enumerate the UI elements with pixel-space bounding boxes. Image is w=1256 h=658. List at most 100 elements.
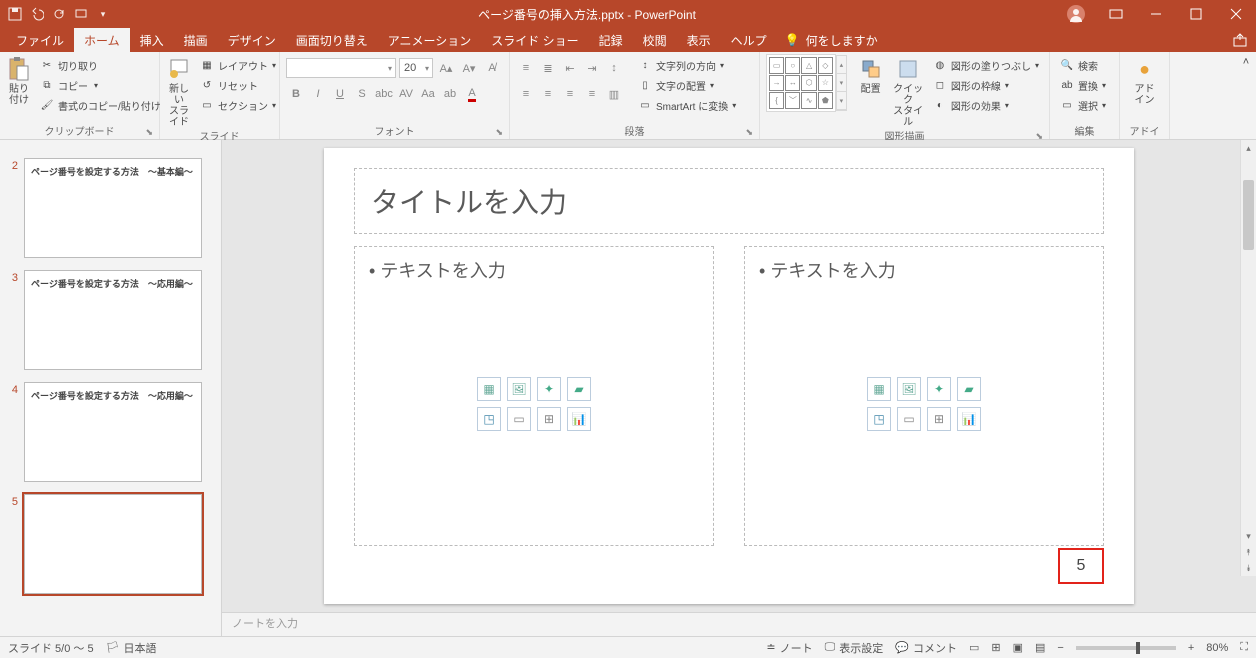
insert-smartart-icon[interactable]: ◳ — [867, 407, 891, 431]
thumb-row-1[interactable] — [0, 144, 221, 156]
align-center-button[interactable]: ≡ — [538, 84, 558, 104]
insert-3d-icon[interactable]: ▰ — [567, 377, 591, 401]
prev-slide-icon[interactable]: ⯭ — [1241, 544, 1256, 560]
shape-outline-button[interactable]: ◻図形の枠線▾ — [929, 76, 1043, 94]
strikethrough-button[interactable]: S — [352, 84, 372, 104]
columns-button[interactable]: ▥ — [604, 84, 624, 104]
bullets-button[interactable]: ≡ — [516, 58, 536, 78]
justify-button[interactable]: ≡ — [582, 84, 602, 104]
bold-button[interactable]: B — [286, 84, 306, 104]
change-case-button[interactable]: Aa — [418, 84, 438, 104]
slideshow-view-button[interactable]: ▤ — [1035, 641, 1045, 654]
cut-button[interactable]: ✂切り取り — [36, 56, 165, 74]
decrease-indent-button[interactable]: ⇤ — [560, 58, 580, 78]
account-icon[interactable] — [1056, 0, 1096, 28]
layout-button[interactable]: ▦レイアウト▾ — [196, 56, 280, 74]
font-dialog-launcher[interactable]: ⬊ — [495, 127, 503, 138]
scroll-up-icon[interactable]: ▴ — [1241, 140, 1256, 156]
line-spacing-button[interactable]: ↕ — [604, 58, 624, 78]
thumb-row-4[interactable]: 4 ページ番号を設定する方法 ～応用編～ — [0, 380, 221, 492]
paragraph-dialog-launcher[interactable]: ⬊ — [745, 127, 753, 138]
content-placeholder-left[interactable]: • テキストを入力 ▦ 🖼 ✦ ▰ ◳ ▭ ⊞ 📊 — [354, 246, 714, 546]
insert-video-icon[interactable]: ▭ — [897, 407, 921, 431]
display-settings[interactable]: 🖵表示設定 — [825, 640, 884, 656]
zoom-level[interactable]: 80% — [1206, 642, 1228, 654]
insert-online-pic-icon[interactable]: ⊞ — [537, 407, 561, 431]
increase-font-icon[interactable]: A▴ — [436, 58, 456, 78]
maximize-button[interactable] — [1176, 0, 1216, 28]
copy-button[interactable]: ⧉コピー▾ — [36, 76, 165, 94]
insert-table-icon[interactable]: ▦ — [867, 377, 891, 401]
vertical-scrollbar[interactable]: ▴ ▾ ⯭ ⯯ — [1240, 140, 1256, 576]
thumb-slide-4[interactable]: ページ番号を設定する方法 ～応用編～ — [24, 382, 202, 482]
thumb-row-5[interactable]: 5 — [0, 492, 221, 604]
tab-slideshow[interactable]: スライド ショー — [481, 28, 588, 52]
tab-insert[interactable]: 挿入 — [130, 28, 174, 52]
insert-smartart-icon[interactable]: ◳ — [477, 407, 501, 431]
zoom-in-button[interactable]: + — [1188, 642, 1194, 654]
addins-button[interactable]: ● アド イン — [1126, 54, 1163, 106]
tab-transitions[interactable]: 画面切り替え — [286, 28, 378, 52]
replace-button[interactable]: ab置換▾ — [1056, 76, 1110, 94]
title-placeholder[interactable]: タイトルを入力 — [354, 168, 1104, 234]
reading-view-button[interactable]: ▣ — [1013, 641, 1023, 654]
paste-button[interactable]: 貼り付け — [6, 54, 32, 106]
select-button[interactable]: ▭選択▾ — [1056, 96, 1110, 114]
thumb-slide-3[interactable]: ページ番号を設定する方法 ～応用編～ — [24, 270, 202, 370]
slide-sorter-button[interactable]: ⊞ — [991, 641, 1000, 654]
zoom-handle[interactable] — [1136, 642, 1140, 654]
tab-record[interactable]: 記録 — [589, 28, 633, 52]
font-color-button[interactable]: A — [462, 84, 482, 104]
next-slide-icon[interactable]: ⯯ — [1241, 560, 1256, 576]
slide-thumbnails-pane[interactable]: 2 ページ番号を設定する方法 ～基本編～ 3 ページ番号を設定する方法 ～応用編… — [0, 140, 222, 636]
save-icon[interactable] — [6, 5, 24, 23]
redo-icon[interactable] — [50, 5, 68, 23]
clipboard-dialog-launcher[interactable]: ⬊ — [145, 127, 153, 138]
quick-styles-button[interactable]: クイック スタイル — [891, 54, 924, 128]
insert-chart-icon[interactable]: 📊 — [957, 407, 981, 431]
tab-file[interactable]: ファイル — [6, 28, 74, 52]
numbering-button[interactable]: ≣ — [538, 58, 558, 78]
increase-indent-button[interactable]: ⇥ — [582, 58, 602, 78]
ribbon-display-icon[interactable] — [1096, 0, 1136, 28]
slide-indicator[interactable]: スライド 5/0 ～ 5 — [8, 640, 94, 656]
underline-button[interactable]: U — [330, 84, 350, 104]
italic-button[interactable]: I — [308, 84, 328, 104]
fit-to-window-button[interactable]: ⛶ — [1240, 641, 1248, 654]
tab-home[interactable]: ホーム — [74, 28, 130, 52]
char-spacing-button[interactable]: AV — [396, 84, 416, 104]
qat-dropdown-icon[interactable]: ▾ — [94, 5, 112, 23]
insert-3d-icon[interactable]: ▰ — [957, 377, 981, 401]
thumb-slide-5[interactable] — [24, 494, 202, 594]
minimize-button[interactable] — [1136, 0, 1176, 28]
content-placeholder-right[interactable]: • テキストを入力 ▦ 🖼 ✦ ▰ ◳ ▭ ⊞ 📊 — [744, 246, 1104, 546]
normal-view-button[interactable]: ▭ — [969, 641, 979, 654]
highlight-button[interactable]: ab — [440, 84, 460, 104]
share-icon[interactable] — [1232, 32, 1248, 48]
align-right-button[interactable]: ≡ — [560, 84, 580, 104]
shapes-gallery[interactable]: ▭○△◇ →↔⬡☆ {﹀∿⬟ ▴▾▾ — [766, 54, 836, 112]
tab-review[interactable]: 校閲 — [633, 28, 677, 52]
tell-me[interactable]: 💡 何をしますか — [785, 32, 878, 49]
scroll-down-icon[interactable]: ▾ — [1241, 528, 1256, 544]
thumb-row-2[interactable]: 2 ページ番号を設定する方法 ～基本編～ — [0, 156, 221, 268]
insert-icon-icon[interactable]: ✦ — [927, 377, 951, 401]
section-button[interactable]: ▭セクション▾ — [196, 96, 280, 114]
tab-help[interactable]: ヘルプ — [721, 28, 777, 52]
scroll-thumb[interactable] — [1243, 180, 1254, 250]
align-text-button[interactable]: ▯文字の配置▾ — [634, 76, 740, 94]
collapse-ribbon-button[interactable]: ˄ — [1236, 52, 1256, 139]
tab-design[interactable]: デザイン — [218, 28, 286, 52]
insert-icon-icon[interactable]: ✦ — [537, 377, 561, 401]
text-direction-button[interactable]: ↕文字列の方向▾ — [634, 56, 740, 74]
slide-canvas[interactable]: タイトルを入力 • テキストを入力 ▦ 🖼 ✦ ▰ ◳ ▭ ⊞ 📊 — [324, 148, 1134, 604]
start-from-beginning-icon[interactable] — [72, 5, 90, 23]
insert-video-icon[interactable]: ▭ — [507, 407, 531, 431]
find-button[interactable]: 🔍検索 — [1056, 56, 1110, 74]
insert-online-pic-icon[interactable]: ⊞ — [927, 407, 951, 431]
insert-chart-icon[interactable]: 📊 — [567, 407, 591, 431]
zoom-out-button[interactable]: − — [1057, 642, 1063, 654]
shadow-button[interactable]: abc — [374, 84, 394, 104]
insert-table-icon[interactable]: ▦ — [477, 377, 501, 401]
align-left-button[interactable]: ≡ — [516, 84, 536, 104]
